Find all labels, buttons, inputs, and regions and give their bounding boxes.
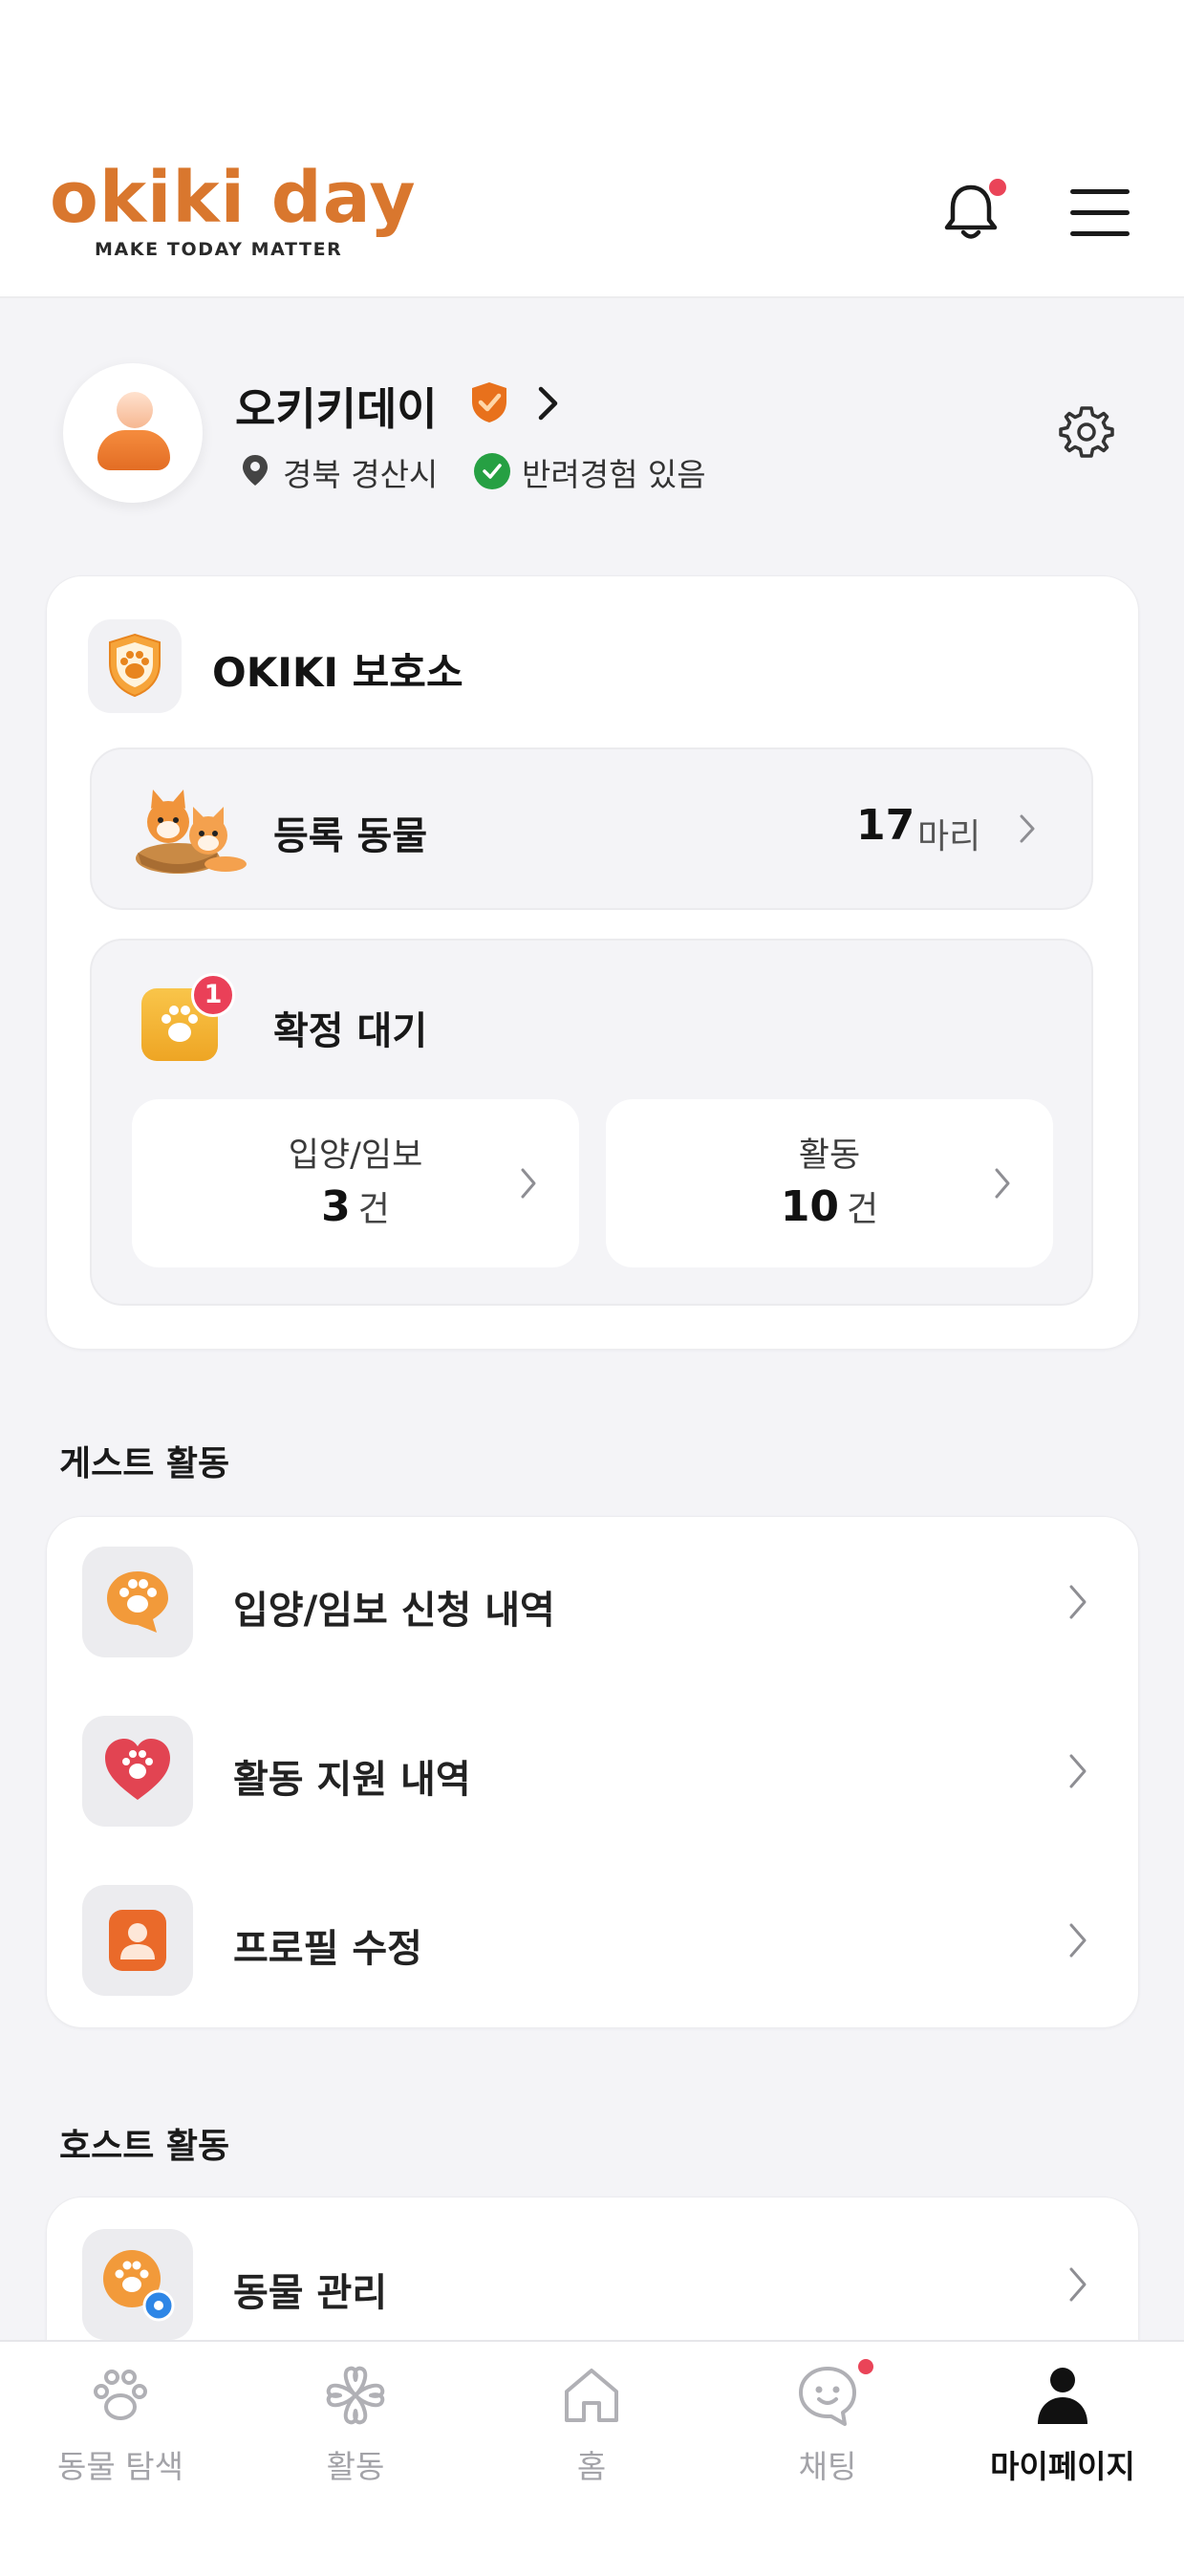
pet-experience-text: 반려경험 있음 — [522, 456, 706, 493]
adoption-pending-count: 3 — [321, 1182, 351, 1231]
tab-my-page[interactable]: 마이페이지 — [967, 2361, 1158, 2487]
shelter-logo — [88, 619, 182, 713]
chevron-right-icon — [995, 1168, 1010, 1199]
gear-icon[interactable] — [1059, 404, 1114, 460]
adoption-pending-label: 입양/임보 — [288, 1136, 423, 1175]
notification-dot — [989, 179, 1006, 196]
activity-pending-label: 활동 — [798, 1136, 861, 1175]
chevron-right-icon — [1020, 814, 1035, 843]
chevron-right-icon[interactable] — [535, 384, 562, 422]
avatar[interactable] — [63, 363, 203, 503]
chevron-right-icon — [521, 1168, 536, 1199]
tab-label: 홈 — [576, 2448, 607, 2485]
pending-confirmation-label: 확정 대기 — [273, 1009, 428, 1053]
chevron-right-icon[interactable] — [1066, 1583, 1089, 1621]
animal-management[interactable]: 동물 관리 — [233, 2262, 387, 2317]
chat-icon — [799, 2367, 856, 2426]
activity-pending-count: 10 — [780, 1182, 840, 1231]
profile-card-icon — [82, 1885, 193, 1996]
tab-chat[interactable]: 채팅 — [732, 2361, 923, 2487]
tab-label: 마이페이지 — [990, 2448, 1135, 2485]
tab-label: 활동 — [326, 2448, 385, 2485]
clover-icon — [326, 2366, 385, 2425]
paw-gear-icon — [82, 2229, 193, 2340]
registered-animals-count: 17 — [856, 801, 915, 850]
adoption-pending-card[interactable]: 입양/임보 3건 — [132, 1099, 579, 1267]
profile-name[interactable]: 오키키데이 — [235, 375, 438, 438]
adoption-pending-unit: 건 — [357, 1190, 390, 1229]
home-indicator-area — [0, 2497, 1184, 2576]
chevron-right-icon[interactable] — [1066, 1752, 1089, 1790]
location-text: 경북 경산시 — [283, 456, 439, 493]
paw-chat-icon — [82, 1547, 193, 1657]
logo-text: okiki day — [50, 157, 417, 239]
adoption-application-history[interactable]: 입양/임보 신청 내역 — [233, 1579, 555, 1634]
adoption-pending-value: 3건 — [132, 1181, 579, 1231]
chevron-right-icon[interactable] — [1066, 1921, 1089, 1959]
app-logo[interactable]: okiki day MAKE TODAY MATTER — [50, 162, 417, 260]
tab-label: 채팅 — [798, 2448, 857, 2485]
guest-activity-card — [46, 1516, 1139, 2028]
host-section-title: 호스트 활동 — [59, 2127, 230, 2166]
person-icon — [1038, 2368, 1087, 2424]
activity-pending-unit: 건 — [847, 1190, 879, 1229]
shelter-name: OKIKI 보호소 — [212, 649, 463, 696]
activity-pending-card[interactable]: 활동 10 건 — [606, 1099, 1053, 1267]
check-circle-icon — [474, 453, 510, 489]
home-icon — [565, 2369, 618, 2422]
tab-home[interactable]: 홈 — [496, 2361, 687, 2487]
location-pin-icon — [243, 455, 268, 486]
tab-activity[interactable]: 활동 — [260, 2361, 451, 2487]
tab-label: 동물 탐색 — [57, 2448, 183, 2485]
verified-shield-icon — [472, 382, 506, 422]
logo-tagline: MAKE TODAY MATTER — [95, 239, 343, 260]
heart-paw-icon — [82, 1716, 193, 1827]
activity-support-history[interactable]: 활동 지원 내역 — [233, 1748, 471, 1804]
cats-in-basket-icon — [136, 790, 247, 874]
paw-icon — [94, 2370, 147, 2420]
registered-animals-unit: 마리 — [917, 817, 981, 856]
shield-paw-icon — [109, 633, 161, 698]
activity-pending-value: 10 건 — [606, 1181, 1053, 1231]
chat-unread-dot — [858, 2359, 873, 2374]
tab-animal-search[interactable]: 동물 탐색 — [25, 2361, 216, 2487]
app-header: okiki day MAKE TODAY MATTER — [0, 0, 1184, 298]
guest-section-title: 게스트 활동 — [59, 1444, 230, 1483]
hamburger-menu-icon[interactable] — [1070, 189, 1131, 237]
chevron-right-icon[interactable] — [1066, 2265, 1089, 2304]
registered-animals-label: 등록 동물 — [273, 814, 428, 858]
edit-profile[interactable]: 프로필 수정 — [233, 1917, 422, 1973]
pending-count-badge: 1 — [191, 973, 235, 1017]
